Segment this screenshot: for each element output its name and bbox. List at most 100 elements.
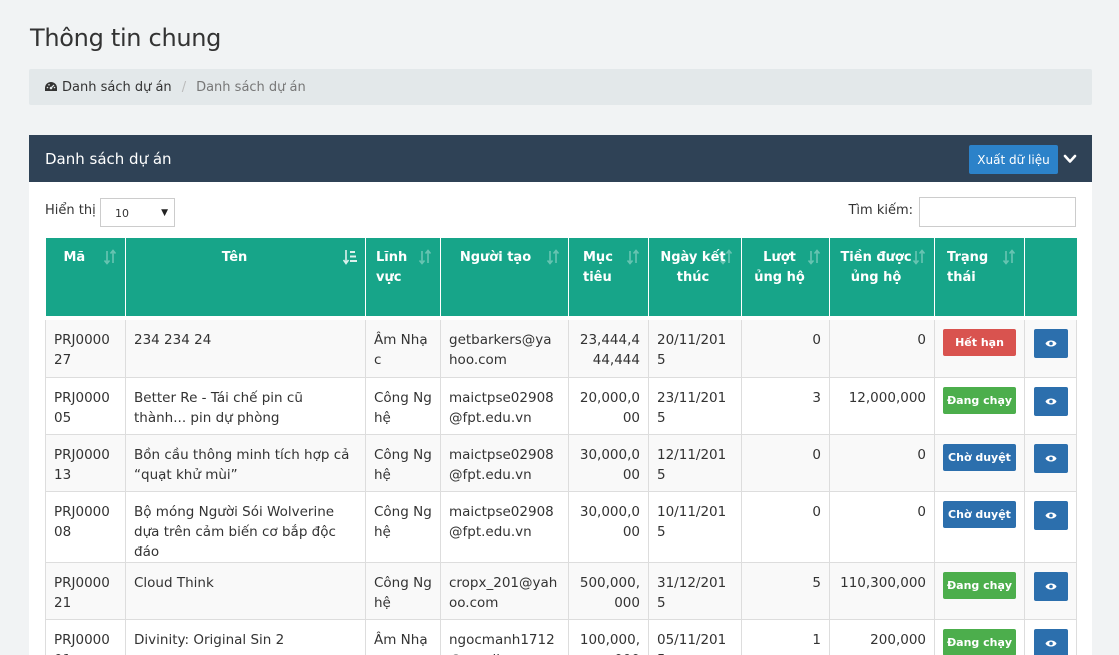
sort-arrows-icon[interactable] bbox=[912, 249, 926, 265]
column-header-3[interactable]: Người tạo bbox=[440, 238, 569, 316]
export-data-button[interactable]: Xuất dữ liệu bbox=[969, 145, 1058, 174]
project-list-panel: Danh sách dự án Xuất dữ liệu Hiển thị 10… bbox=[29, 135, 1092, 655]
search-input[interactable] bbox=[919, 197, 1076, 227]
cell-status: Chờ duyệt bbox=[934, 491, 1025, 563]
cell-status: Đang chạy bbox=[934, 562, 1025, 620]
status-badge: Chờ duyệt bbox=[943, 500, 1016, 528]
cell-supports: 0 bbox=[741, 434, 830, 492]
cell-creator: maictpse02908@fpt.edu.vn bbox=[440, 434, 569, 492]
cell-status: Hết hạn bbox=[934, 320, 1025, 378]
cell-end-date: 10/11/2015 bbox=[648, 491, 742, 563]
chevron-down-icon[interactable] bbox=[1063, 152, 1077, 166]
cell-status: Đang chạy bbox=[934, 619, 1025, 655]
cell-status: Chờ duyệt bbox=[934, 434, 1025, 492]
panel-title: Danh sách dự án bbox=[45, 149, 172, 168]
panel-header: Danh sách dự án Xuất dữ liệu bbox=[29, 135, 1092, 182]
length-label: Hiển thị bbox=[45, 203, 96, 218]
column-header-label: Người tạo bbox=[459, 250, 532, 265]
project-table: Mã Tên Lĩnh vực Người tạo Mục tiêu Ngày kết t… bbox=[45, 238, 1077, 655]
table-row: PRJ000021 Cloud Think Công Nghệ cropx_201@y… bbox=[45, 562, 1077, 620]
status-badge: Đang chạy bbox=[943, 628, 1016, 655]
cell-id: PRJ000001 bbox=[45, 619, 126, 655]
cell-name: Divinity: Original Sin 2 bbox=[125, 619, 366, 655]
column-header-label: Tên bbox=[221, 250, 248, 265]
cell-raised: 0 bbox=[829, 491, 935, 563]
column-header-label: Mục tiêu bbox=[583, 250, 613, 285]
sort-arrows-icon[interactable] bbox=[719, 249, 733, 265]
cell-name: Cloud Think bbox=[125, 562, 366, 620]
status-badge: Hết hạn bbox=[943, 329, 1016, 356]
sort-arrows-icon[interactable] bbox=[626, 249, 640, 265]
breadcrumb: Danh sách dự án / Danh sách dự án bbox=[29, 69, 1092, 105]
column-header-2[interactable]: Lĩnh vực bbox=[365, 238, 441, 316]
table-body: PRJ000027 234 234 24 Âm Nhạc getbarkers@yah… bbox=[45, 320, 1077, 655]
breadcrumb-separator: / bbox=[181, 79, 187, 95]
cell-action bbox=[1024, 619, 1077, 655]
eye-icon bbox=[1045, 455, 1056, 461]
column-header-4[interactable]: Mục tiêu bbox=[568, 238, 649, 316]
table-row: PRJ000027 234 234 24 Âm Nhạc getbarkers@yah… bbox=[45, 320, 1077, 378]
dashboard-icon bbox=[45, 82, 57, 91]
breadcrumb-current: Danh sách dự án bbox=[196, 79, 306, 95]
view-project-button[interactable] bbox=[1033, 500, 1068, 530]
page-length-select[interactable]: 10 ▼ bbox=[100, 198, 175, 227]
view-project-button[interactable] bbox=[1033, 329, 1068, 358]
sort-alpha-down-icon[interactable] bbox=[343, 249, 357, 265]
view-project-button[interactable] bbox=[1033, 386, 1068, 416]
table-controls: Hiển thị 10 ▼ Tìm kiếm: bbox=[45, 197, 1076, 227]
cell-target: 23,444,444,444 bbox=[568, 320, 649, 378]
view-project-button[interactable] bbox=[1033, 628, 1068, 655]
cell-supports: 1 bbox=[741, 619, 830, 655]
column-header-8[interactable]: Trạng thái bbox=[934, 238, 1025, 316]
cell-field: Công Nghệ bbox=[365, 491, 441, 563]
sort-arrows-icon[interactable] bbox=[1002, 249, 1016, 265]
cell-raised: 0 bbox=[829, 320, 935, 378]
cell-supports: 3 bbox=[741, 377, 830, 435]
view-project-button[interactable] bbox=[1033, 571, 1068, 601]
sort-arrows-icon[interactable] bbox=[546, 249, 560, 265]
status-badge: Đang chạy bbox=[943, 386, 1016, 414]
cell-creator: maictpse02908@fpt.edu.vn bbox=[440, 377, 569, 435]
column-header-6[interactable]: Lượt ủng hộ bbox=[741, 238, 830, 316]
cell-end-date: 31/12/2015 bbox=[648, 562, 742, 620]
cell-target: 500,000,000 bbox=[568, 562, 649, 620]
column-header-1[interactable]: Tên bbox=[125, 238, 366, 316]
caret-down-icon: ▼ bbox=[161, 208, 168, 218]
cell-end-date: 05/11/2015 bbox=[648, 619, 742, 655]
column-header-0[interactable]: Mã bbox=[45, 238, 126, 316]
column-header-label: Trạng thái bbox=[947, 250, 989, 285]
table-row: PRJ000008 Bộ móng Người Sói Wolverine dựa… bbox=[45, 491, 1077, 563]
column-header-label: Tiền được ủng hộ bbox=[840, 250, 912, 285]
search-label: Tìm kiếm: bbox=[848, 203, 913, 218]
table-header-row: Mã Tên Lĩnh vực Người tạo Mục tiêu Ngày kết t… bbox=[45, 238, 1077, 316]
cell-id: PRJ000027 bbox=[45, 320, 126, 378]
cell-field: Công Nghệ bbox=[365, 434, 441, 492]
cell-name: Bộ móng Người Sói Wolverine dựa trên cảm… bbox=[125, 491, 366, 563]
cell-id: PRJ000008 bbox=[45, 491, 126, 563]
sort-arrows-icon[interactable] bbox=[418, 249, 432, 265]
cell-end-date: 23/11/2015 bbox=[648, 377, 742, 435]
breadcrumb-home-link[interactable]: Danh sách dự án bbox=[44, 80, 172, 95]
cell-end-date: 20/11/2015 bbox=[648, 320, 742, 378]
cell-creator: getbarkers@yahoo.com bbox=[440, 320, 569, 378]
column-header-7[interactable]: Tiền được ủng hộ bbox=[829, 238, 935, 316]
cell-supports: 0 bbox=[741, 491, 830, 563]
cell-creator: cropx_201@yahoo.com bbox=[440, 562, 569, 620]
cell-raised: 0 bbox=[829, 434, 935, 492]
cell-id: PRJ000021 bbox=[45, 562, 126, 620]
column-header-5[interactable]: Ngày kết thúc bbox=[648, 238, 742, 316]
column-header-label: Ngày kết thúc bbox=[660, 250, 726, 285]
sort-arrows-icon[interactable] bbox=[103, 249, 117, 265]
cell-raised: 12,000,000 bbox=[829, 377, 935, 435]
cell-supports: 5 bbox=[741, 562, 830, 620]
page-length-value: 10 bbox=[115, 207, 129, 220]
sort-arrows-icon[interactable] bbox=[807, 249, 821, 265]
cell-status: Đang chạy bbox=[934, 377, 1025, 435]
cell-raised: 110,300,000 bbox=[829, 562, 935, 620]
view-project-button[interactable] bbox=[1033, 443, 1068, 473]
cell-name: 234 234 24 bbox=[125, 320, 366, 378]
column-header-9 bbox=[1024, 238, 1077, 316]
status-badge: Đang chạy bbox=[943, 571, 1016, 599]
cell-field: Âm Nhạc bbox=[365, 619, 441, 655]
eye-icon bbox=[1045, 640, 1056, 646]
